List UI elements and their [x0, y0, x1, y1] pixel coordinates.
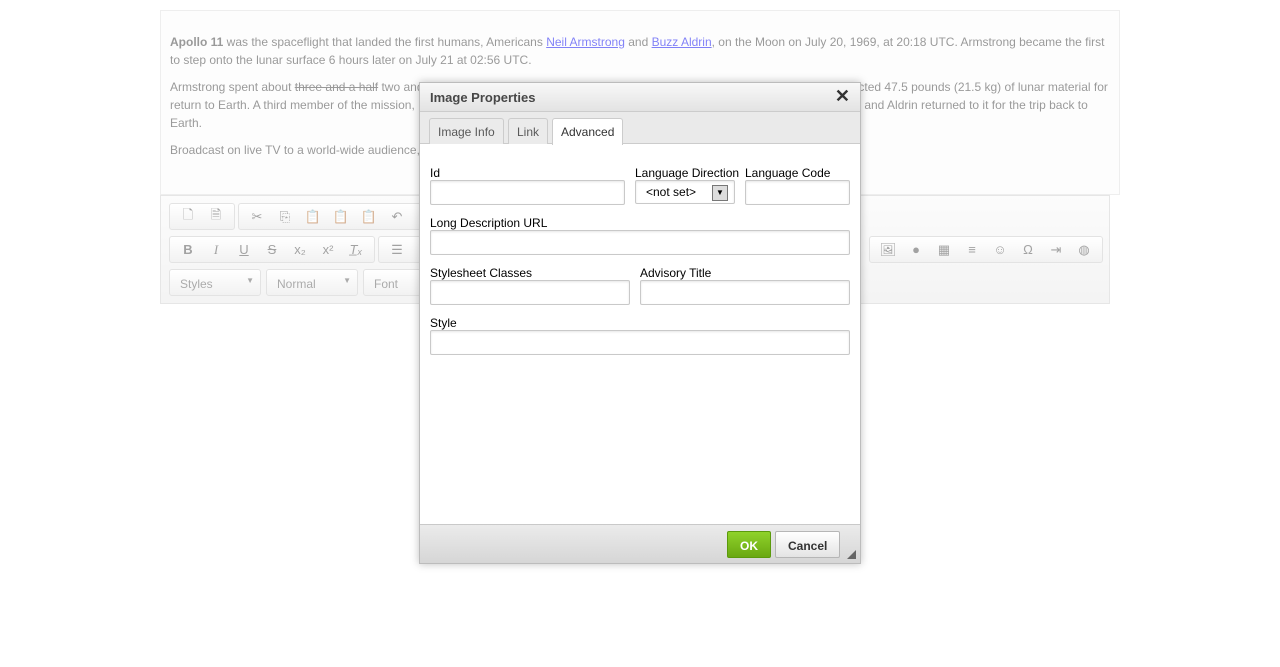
cancel-button[interactable]: Cancel — [775, 531, 841, 558]
language-direction-value: <not set> — [646, 185, 697, 199]
dialog-title[interactable]: Image Properties — [420, 83, 860, 112]
stylesheet-classes-label: Stylesheet Classes — [430, 266, 533, 280]
style-input[interactable] — [430, 330, 850, 355]
image-properties-dialog: Image Properties ✕ Image Info Link Advan… — [419, 82, 861, 564]
dialog-footer: OK Cancel — [420, 524, 860, 563]
id-input[interactable] — [430, 180, 625, 205]
tab-advanced[interactable]: Advanced — [552, 118, 624, 145]
dialog-tabs: Image Info Link Advanced — [420, 112, 860, 145]
tab-image-info[interactable]: Image Info — [429, 118, 504, 144]
stylesheet-classes-input[interactable] — [430, 280, 630, 305]
long-description-input[interactable] — [430, 230, 850, 255]
language-code-label: Language Code — [745, 166, 831, 180]
close-icon[interactable]: ✕ — [835, 86, 850, 107]
id-label: Id — [430, 166, 441, 180]
advisory-title-label: Advisory Title — [640, 266, 712, 280]
language-direction-label: Language Direction — [635, 166, 740, 180]
language-code-input[interactable] — [745, 180, 850, 205]
long-description-label: Long Description URL — [430, 216, 548, 230]
chevron-down-icon: ▼ — [712, 185, 728, 201]
resize-handle-icon[interactable] — [847, 550, 856, 559]
tab-link[interactable]: Link — [508, 118, 549, 144]
advisory-title-input[interactable] — [640, 280, 850, 305]
language-direction-select[interactable]: <not set> ▼ — [635, 180, 735, 204]
style-label: Style — [430, 316, 457, 330]
ok-button[interactable]: OK — [727, 531, 771, 558]
